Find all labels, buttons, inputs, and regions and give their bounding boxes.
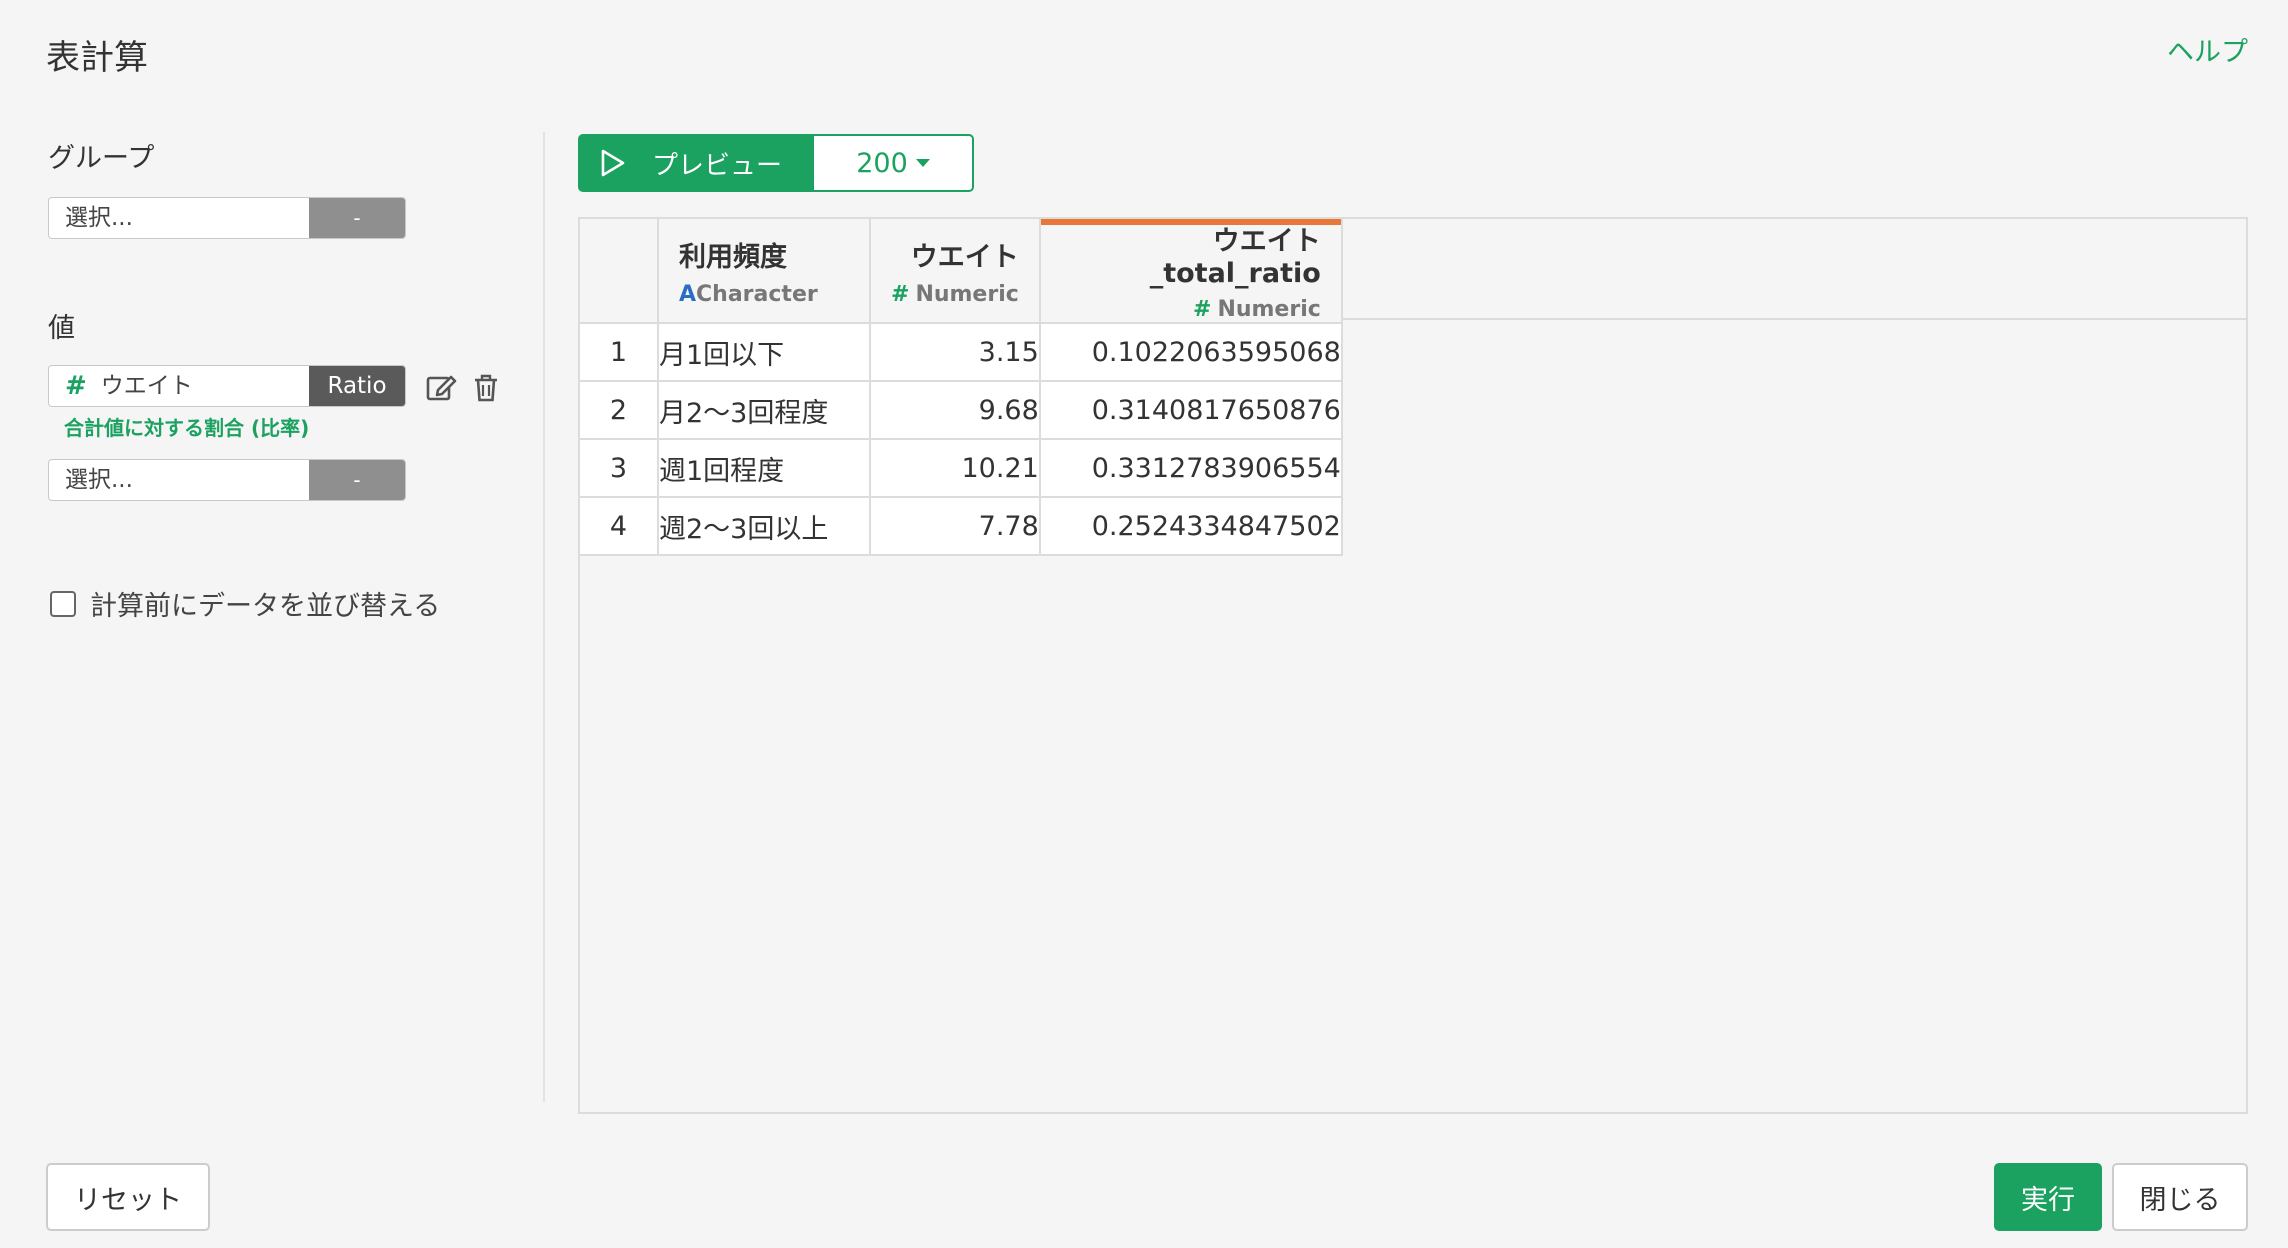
table-cell: 7.78 xyxy=(869,496,1041,556)
numeric-type-icon: # xyxy=(65,371,87,401)
column-header-weight-total-ratio[interactable]: ウエイト_total_ratio # Numeric xyxy=(1038,219,1343,324)
ratio-description: 合計値に対する割合 (比率) xyxy=(64,416,310,440)
row-index: 4 xyxy=(580,496,659,556)
table-cell: 0.2524334847502 xyxy=(1038,496,1343,556)
row-index-header xyxy=(580,219,659,324)
table-cell: 0.3140817650876 xyxy=(1038,380,1343,440)
sort-before-calc-option[interactable]: 計算前にデータを並び替える xyxy=(50,584,440,623)
row-index: 2 xyxy=(580,380,659,440)
row-index: 1 xyxy=(580,322,659,382)
table-cell: 週2〜3回以上 xyxy=(657,496,871,556)
table-cell: 月1回以下 xyxy=(657,322,871,382)
sort-checkbox[interactable] xyxy=(50,590,76,617)
numeric-type-icon: # xyxy=(891,281,910,307)
preview-controls: プレビュー 200 xyxy=(578,134,974,192)
caret-down-icon xyxy=(915,159,930,167)
group-label: グループ xyxy=(48,143,155,174)
preview-button-label: プレビュー xyxy=(652,150,783,181)
close-button[interactable]: 閉じる xyxy=(2112,1163,2248,1231)
dialog-title: 表計算 xyxy=(46,38,148,78)
row-index: 3 xyxy=(580,438,659,498)
edit-icon[interactable] xyxy=(424,370,458,404)
column-header-weight[interactable]: ウエイト # Numeric xyxy=(869,219,1041,324)
table-cell: 3.15 xyxy=(869,322,1041,382)
table-cell: 月2〜3回程度 xyxy=(657,380,871,440)
group-select[interactable]: 選択... - xyxy=(48,197,406,239)
sort-checkbox-label: 計算前にデータを並び替える xyxy=(90,591,441,622)
table-cell: 週1回程度 xyxy=(657,438,871,498)
ratio-function-button[interactable]: Ratio xyxy=(309,366,405,406)
panel-divider xyxy=(543,132,545,1102)
group-clear-button[interactable]: - xyxy=(309,198,405,238)
character-type-icon: A xyxy=(679,281,697,307)
help-link[interactable]: ヘルプ xyxy=(2167,30,2248,69)
preview-rows-value: 200 xyxy=(856,147,908,179)
table-row: 1 月1回以下 3.15 0.1022063595068 xyxy=(580,322,1343,382)
table-row: 4 週2〜3回以上 7.78 0.2524334847502 xyxy=(580,496,1343,556)
trash-icon[interactable] xyxy=(470,371,504,405)
preview-rows-dropdown[interactable]: 200 xyxy=(814,134,974,192)
preview-table: 利用頻度 ACharacter ウエイト # Numeric ウエイト_total… xyxy=(580,219,1343,556)
preview-table-area: 利用頻度 ACharacter ウエイト # Numeric ウエイト_total… xyxy=(578,217,2248,1114)
value-select-weight[interactable]: # ウエイト Ratio xyxy=(48,365,406,407)
table-cell: 9.68 xyxy=(869,380,1041,440)
column-header-usage-frequency[interactable]: 利用頻度 ACharacter xyxy=(657,219,871,324)
run-button[interactable]: 実行 xyxy=(1994,1163,2102,1231)
preview-button[interactable]: プレビュー xyxy=(578,134,814,192)
table-row: 3 週1回程度 10.21 0.3312783906554 xyxy=(580,438,1343,498)
table-cell: 10.21 xyxy=(869,438,1041,498)
reset-button[interactable]: リセット xyxy=(46,1163,210,1231)
table-row: 2 月2〜3回程度 9.68 0.3140817650876 xyxy=(580,380,1343,440)
value-column-name: ウエイト xyxy=(100,373,193,399)
numeric-type-icon: # xyxy=(1193,297,1212,322)
value-label: 値 xyxy=(48,313,75,344)
play-icon xyxy=(601,149,625,177)
value-new-select[interactable]: 選択... - xyxy=(48,459,406,501)
table-cell: 0.3312783906554 xyxy=(1038,438,1343,498)
value-select-placeholder: 選択... xyxy=(65,467,133,493)
group-select-placeholder: 選択... xyxy=(65,205,133,231)
table-cell: 0.1022063595068 xyxy=(1038,322,1343,382)
value-clear-button[interactable]: - xyxy=(309,460,405,500)
